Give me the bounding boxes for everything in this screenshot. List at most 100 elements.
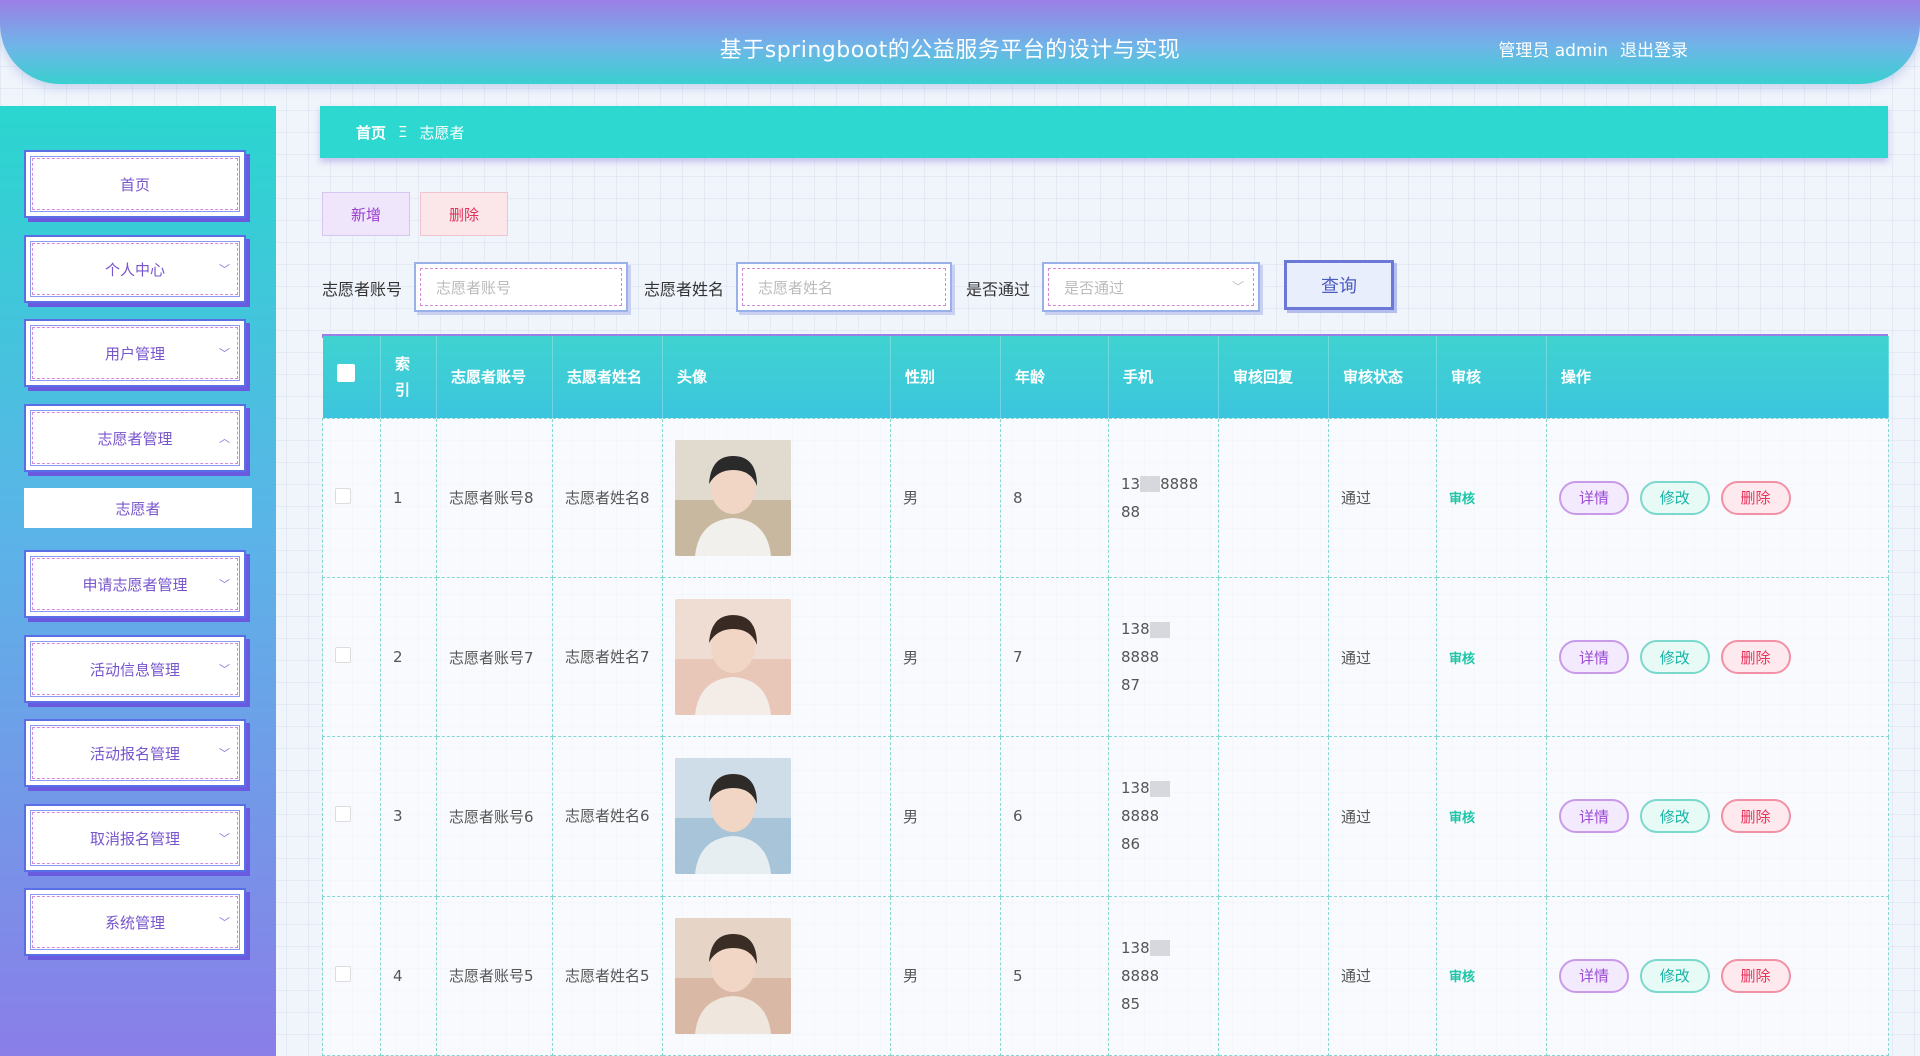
cell-name: 志愿者姓名7 — [552, 576, 663, 738]
delete-button[interactable]: 删除 — [1720, 799, 1791, 834]
cell-ops: 详情 修改 删除 — [1546, 736, 1889, 897]
cell-account: 志愿者账号5 — [436, 895, 553, 1056]
chevron-down-icon: ﹀ — [219, 916, 230, 929]
detail-button[interactable]: 详情 — [1559, 640, 1629, 675]
sidebar-item-activity-info[interactable]: 活动信息管理 ﹀ — [24, 635, 246, 703]
sidebar-item-label: 系统管理 — [104, 913, 165, 932]
table-row: 4 志愿者账号5 志愿者姓名5 男 5 138 8888 85 通过 审核 详情 修… — [322, 895, 1889, 1056]
cell-phone: 13 8888 88 — [1108, 417, 1219, 578]
cell-reply — [1218, 417, 1329, 578]
cell-gender: 男 — [890, 895, 1001, 1056]
col-age[interactable]: 年龄 — [1000, 336, 1109, 418]
col-phone[interactable]: 手机 — [1108, 336, 1219, 418]
phone-part: 8888 — [1121, 807, 1160, 826]
cell-reply — [1218, 736, 1329, 897]
cell-gender: 男 — [890, 576, 1001, 738]
sidebar-item-home[interactable]: 首页 — [24, 150, 246, 218]
cell-ops: 详情 修改 删除 — [1546, 576, 1889, 738]
sidebar-item-label: 取消报名管理 — [89, 829, 180, 848]
cell-phone: 138 8888 86 — [1108, 736, 1219, 897]
row-checkbox[interactable] — [335, 487, 351, 504]
sidebar-item-activity-signup[interactable]: 活动报名管理 ﹀ — [24, 719, 246, 787]
phone-part: 8888 — [1121, 966, 1160, 985]
cell-phone: 138 8888 85 — [1108, 895, 1219, 1056]
top-header: 基于springboot的公益服务平台的设计与实现 管理员 admin 退出登录 — [0, 0, 1920, 84]
detail-button[interactable]: 详情 — [1559, 480, 1629, 515]
chevron-down-icon: ﹀ — [219, 347, 230, 360]
col-reply[interactable]: 审核回复 — [1218, 336, 1329, 418]
cell-gender: 男 — [890, 736, 1001, 897]
sidebar-subitem-volunteer[interactable]: 志愿者 — [24, 488, 252, 528]
cell-index: 2 — [380, 576, 437, 738]
edit-button[interactable]: 修改 — [1639, 480, 1710, 515]
table-row: 1 志愿者账号8 志愿者姓名8 男 8 13 8888 88 通过 审核 详情 修改… — [322, 417, 1889, 578]
audit-link[interactable]: 审核 — [1449, 652, 1475, 667]
cell-age: 8 — [1000, 417, 1109, 578]
logout-button[interactable]: 退出登录 — [1620, 36, 1688, 61]
redaction-block — [1149, 780, 1170, 797]
col-ops: 操作 — [1546, 336, 1889, 418]
sidebar-item-system[interactable]: 系统管理 ﹀ — [24, 888, 246, 956]
phone-part: 138 — [1121, 620, 1150, 639]
account-search-label: 志愿者账号 — [322, 280, 403, 299]
col-name[interactable]: 志愿者姓名 — [552, 336, 663, 418]
cell-index: 4 — [380, 895, 437, 1056]
delete-button[interactable]: 删除 — [1720, 480, 1791, 515]
cell-avatar — [662, 417, 891, 578]
table-header-row: 索引 志愿者账号 志愿者姓名 头像 性别 年龄 手机 审核回复 审核状态 审核 … — [322, 336, 1889, 418]
sidebar-item-volunteer-mgmt[interactable]: 志愿者管理 ︿ — [24, 404, 246, 472]
sidebar-item-label: 申请志愿者管理 — [82, 575, 188, 594]
audit-link[interactable]: 审核 — [1449, 811, 1475, 826]
name-search-input[interactable]: 志愿者姓名 — [736, 262, 952, 312]
edit-button[interactable]: 修改 — [1639, 640, 1710, 675]
name-search-label: 志愿者姓名 — [644, 280, 725, 299]
phone-part: 8888 — [1121, 648, 1160, 667]
detail-button[interactable]: 详情 — [1559, 799, 1629, 834]
audit-link[interactable]: 审核 — [1449, 970, 1475, 985]
delete-button[interactable]: 删除 — [1720, 640, 1791, 675]
sidebar-item-apply-volunteer[interactable]: 申请志愿者管理 ﹀ — [24, 550, 246, 618]
add-button[interactable]: 新增 — [322, 192, 410, 236]
phone-part: 88 — [1121, 502, 1141, 521]
cell-audit: 审核 — [1436, 576, 1547, 738]
detail-button[interactable]: 详情 — [1559, 958, 1629, 993]
row-checkbox[interactable] — [335, 965, 351, 982]
col-index[interactable]: 索引 — [380, 336, 437, 418]
chevron-down-icon: ﹀ — [219, 263, 230, 276]
edit-button[interactable]: 修改 — [1639, 958, 1710, 993]
cell-audit: 审核 — [1436, 736, 1547, 897]
row-checkbox[interactable] — [335, 647, 351, 664]
col-audit: 审核 — [1436, 336, 1547, 418]
cell-name: 志愿者姓名8 — [552, 417, 663, 578]
cell-age: 5 — [1000, 895, 1109, 1056]
sidebar: 首页 个人中心 ﹀ 用户管理 ﹀ 志愿者管理 ︿ 志愿者 申请志愿者管理 ﹀ 活… — [0, 106, 276, 1056]
account-search-input[interactable]: 志愿者账号 — [414, 262, 628, 312]
breadcrumb-current: 志愿者 — [419, 123, 465, 142]
audit-link[interactable]: 审核 — [1449, 492, 1475, 507]
col-status[interactable]: 审核状态 — [1328, 336, 1437, 418]
table-row: 3 志愿者账号6 志愿者姓名6 男 6 138 8888 86 通过 审核 详情 修… — [322, 736, 1889, 897]
cell-name: 志愿者姓名5 — [552, 895, 663, 1056]
batch-delete-button[interactable]: 删除 — [420, 192, 508, 236]
edit-button[interactable]: 修改 — [1639, 799, 1710, 834]
cell-index: 3 — [380, 736, 437, 897]
delete-button[interactable]: 删除 — [1720, 958, 1791, 993]
chevron-down-icon: ﹀ — [219, 578, 230, 591]
breadcrumb: 首页 Ξ 志愿者 — [320, 106, 1888, 158]
select-all-checkbox[interactable] — [336, 363, 355, 382]
sidebar-item-label: 活动报名管理 — [89, 744, 180, 763]
pass-select[interactable]: 是否通过 ﹀ — [1042, 262, 1260, 312]
row-checkbox[interactable] — [335, 806, 351, 823]
cell-reply — [1218, 576, 1329, 738]
sidebar-item-cancel-signup[interactable]: 取消报名管理 ﹀ — [24, 804, 246, 872]
sidebar-item-profile[interactable]: 个人中心 ﹀ — [24, 235, 246, 303]
col-account[interactable]: 志愿者账号 — [436, 336, 553, 418]
account-search-placeholder: 志愿者账号 — [436, 278, 512, 297]
cell-phone: 138 8888 87 — [1108, 576, 1219, 738]
sidebar-item-users[interactable]: 用户管理 ﹀ — [24, 319, 246, 387]
phone-part: 87 — [1121, 676, 1141, 695]
breadcrumb-home[interactable]: 首页 — [356, 122, 386, 143]
col-gender[interactable]: 性别 — [890, 336, 1001, 418]
query-button[interactable]: 查询 — [1284, 260, 1394, 310]
cell-age: 7 — [1000, 576, 1109, 738]
